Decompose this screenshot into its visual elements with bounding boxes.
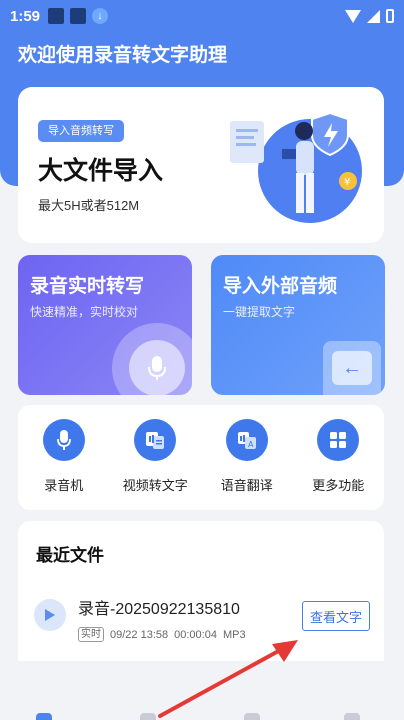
view-text-button[interactable]: 查看文字 [302,601,370,631]
tool-video-to-text[interactable]: 视频转文字 [115,419,195,510]
tool-more[interactable]: 更多功能 [298,419,378,510]
video-to-text-icon [134,419,177,461]
import-arrow-icon: ← [323,341,381,395]
tab-icon[interactable] [344,713,360,720]
notification-icon [48,8,65,24]
app-title: 欢迎使用录音转文字助理 [18,45,228,66]
tool-label: 视频转文字 [122,478,188,493]
import-card-subtitle: 一键提取文字 [223,305,296,319]
microphone-icon [112,323,192,395]
tool-label: 更多功能 [312,478,365,493]
realtime-badge: 实时 [78,627,104,642]
play-icon[interactable] [34,599,66,631]
download-icon: ↓ [92,8,109,24]
realtime-record-card[interactable]: 录音实时转写 快速精准，实时校对 [18,255,192,395]
tool-label: 语音翻译 [220,478,273,493]
import-audio-card[interactable]: 导入外部音频 一键提取文字 ← [211,255,385,395]
grid-icon [317,419,360,461]
tab-icon[interactable] [244,713,260,720]
svg-text:¥: ¥ [344,177,350,188]
status-bar: 1:59 ↓ [0,0,404,32]
record-card-subtitle: 快速精准，实时校对 [30,305,139,319]
record-card-title: 录音实时转写 [30,276,145,297]
tool-voice-translate[interactable]: A 语音翻译 [207,419,287,510]
battery-icon [386,9,394,23]
file-duration: 00:00:04 [174,628,217,641]
home-tab-icon[interactable] [36,713,52,720]
tools-panel: 录音机 视频转文字 A 语音翻译 更多功能 [18,405,384,510]
large-file-import-card[interactable]: 导入音频转写 大文件导入 最大5H或者512M ¥ [18,87,384,243]
bottom-navigation [0,703,404,720]
file-date: 09/22 13:58 [110,628,169,641]
file-meta: 实时 09/22 13:58 00:00:04 MP3 [78,627,246,642]
file-name[interactable]: 录音-20250922135810 [78,595,240,619]
status-time: 1:59 [10,7,41,25]
file-format: MP3 [222,628,246,641]
file-import-illustration-icon: ¥ [230,111,362,223]
signal-icon [367,9,380,23]
svg-text:A: A [248,440,254,449]
notification-icon [70,8,87,24]
hero-subtitle: 最大5H或者512M [38,198,140,213]
hero-title: 大文件导入 [38,157,164,185]
recent-files-title: 最近文件 [36,546,104,565]
import-card-title: 导入外部音频 [223,276,338,297]
recent-files-panel: 最近文件 录音-20250922135810 实时 09/22 13:58 00… [18,521,384,661]
hero-tag: 导入音频转写 [38,120,124,142]
wifi-icon [345,9,361,23]
tool-label: 录音机 [44,478,84,493]
microphone-icon [42,419,85,461]
translate-icon: A [225,419,268,461]
tool-recorder[interactable]: 录音机 [24,419,104,510]
tab-icon[interactable] [140,713,156,720]
